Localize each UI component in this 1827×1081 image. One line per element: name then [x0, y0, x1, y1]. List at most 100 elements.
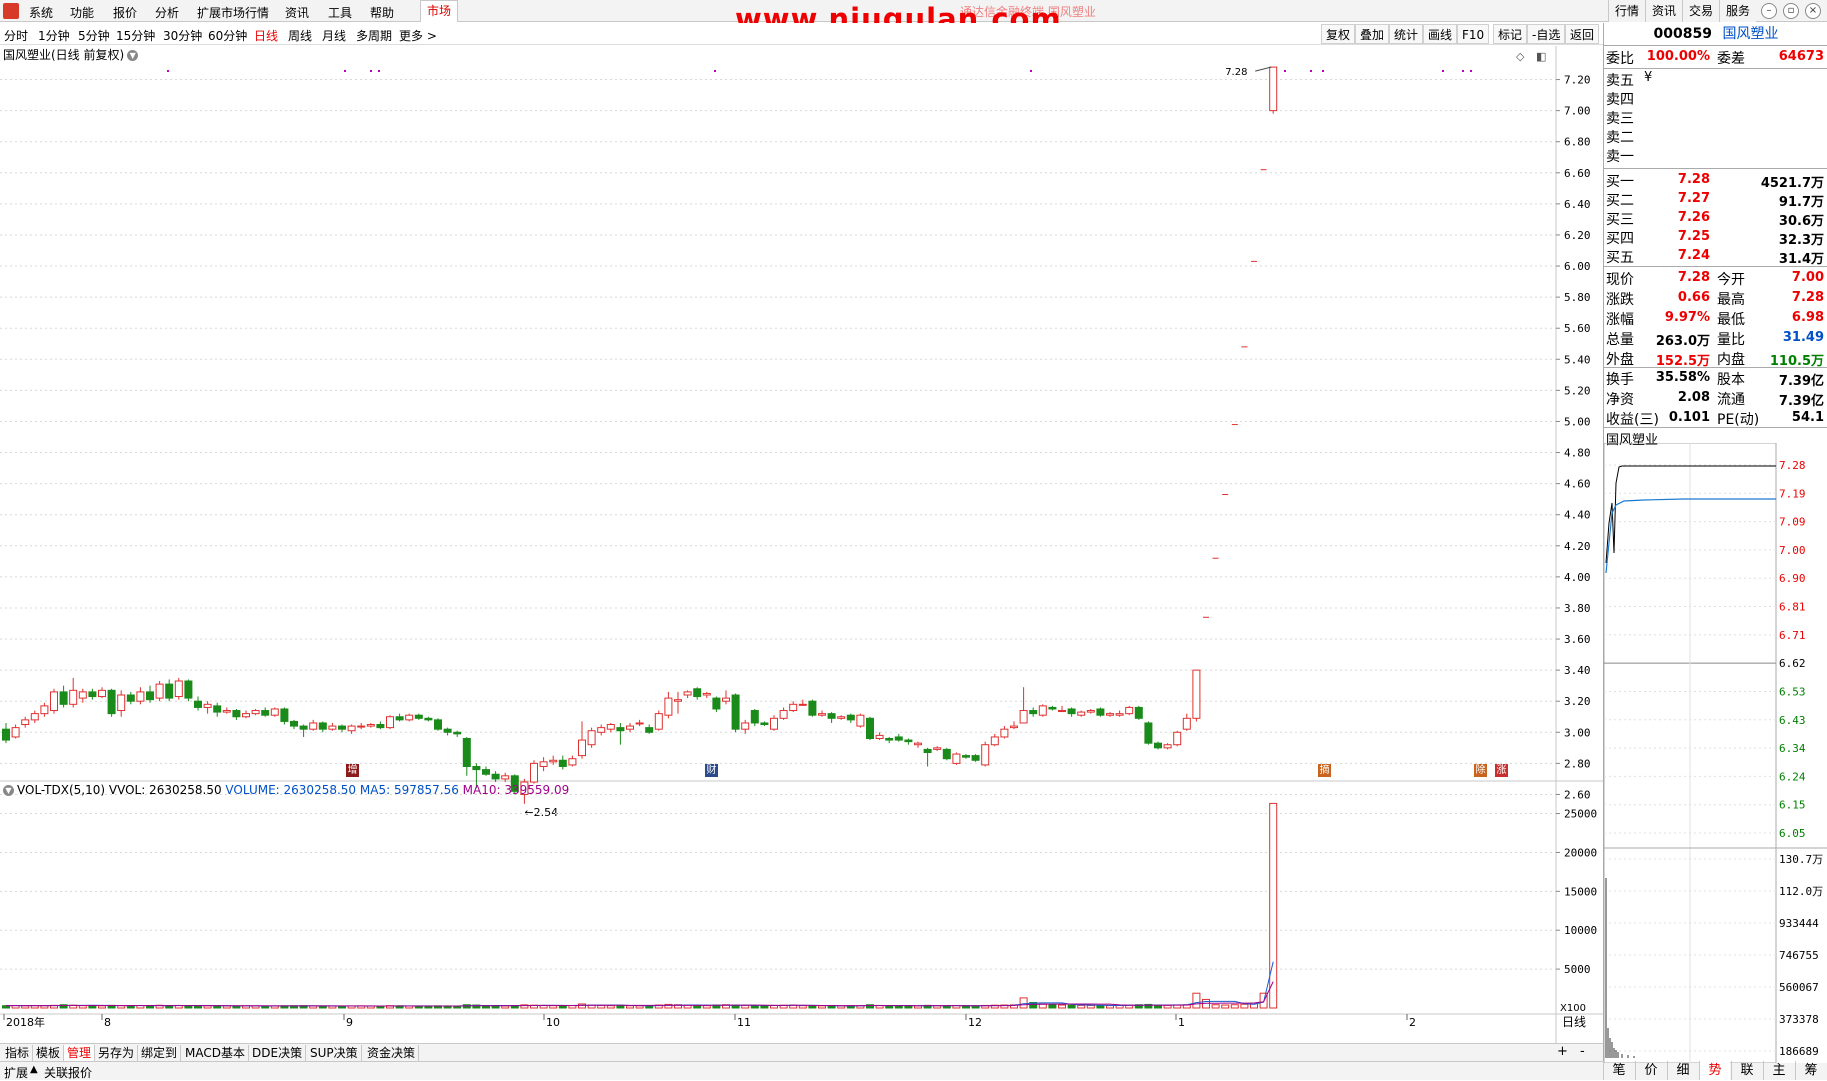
tool-adjust[interactable]: 复权 — [1321, 24, 1356, 44]
chevron-up-icon[interactable]: ▲ — [30, 1064, 38, 1075]
right-tab[interactable]: 细 — [1667, 1061, 1698, 1080]
candle[interactable] — [587, 727, 596, 748]
candle[interactable] — [1010, 721, 1018, 730]
menu-function[interactable]: 功能 — [70, 4, 94, 21]
candle[interactable] — [616, 722, 625, 745]
candle[interactable] — [203, 701, 212, 714]
tool-f10[interactable]: F10 — [1457, 24, 1490, 44]
candle[interactable] — [827, 712, 836, 723]
candle[interactable] — [722, 690, 730, 705]
candle[interactable] — [309, 719, 318, 731]
intraday-mini-chart[interactable]: 7.28 7.19 7.09 7.00 6.90 6.81 6.71 6.62 6.53 6.43… — [1604, 443, 1827, 1063]
candle[interactable] — [990, 733, 999, 747]
candle[interactable] — [338, 724, 346, 733]
zoom-in-icon[interactable]: + — [1557, 1044, 1568, 1059]
candle[interactable] — [242, 710, 250, 719]
candle[interactable] — [1077, 710, 1086, 717]
tool-draw[interactable]: 画线 — [1423, 24, 1458, 44]
candle[interactable] — [741, 719, 750, 734]
candle[interactable] — [1000, 726, 1009, 739]
candle[interactable] — [578, 721, 586, 759]
candle[interactable] — [702, 691, 711, 699]
candle[interactable] — [971, 754, 980, 762]
diamond-icon[interactable]: ◇ — [1516, 50, 1525, 63]
candle[interactable] — [1163, 743, 1172, 750]
candle[interactable] — [1038, 704, 1047, 717]
candle[interactable] — [914, 741, 922, 748]
candle[interactable] — [981, 741, 990, 767]
candle[interactable] — [1106, 712, 1114, 717]
candle[interactable] — [1058, 705, 1066, 713]
candle[interactable] — [366, 722, 375, 728]
buy-level-row[interactable]: 买二 7.27 91.7万 — [1604, 189, 1827, 210]
candle[interactable] — [885, 736, 894, 744]
candle[interactable] — [88, 688, 97, 700]
close-icon[interactable]: × — [1805, 3, 1821, 19]
candle[interactable] — [866, 716, 874, 741]
candle[interactable] — [491, 771, 500, 783]
candle[interactable] — [683, 690, 692, 699]
panel-toggle-icon[interactable]: ◧ — [1536, 50, 1546, 63]
tab-indicator[interactable]: 指标 — [2, 1045, 34, 1061]
buy-level-row[interactable]: 买四 7.25 32.3万 — [1604, 227, 1827, 248]
candle[interactable] — [1067, 707, 1076, 717]
sell-level-row[interactable]: 卖一 — [1604, 145, 1827, 165]
candle[interactable] — [232, 708, 241, 720]
candle[interactable] — [386, 715, 394, 730]
candle[interactable] — [856, 713, 865, 728]
tab-bind[interactable]: 绑定到 — [138, 1045, 182, 1061]
candle[interactable] — [1115, 710, 1124, 717]
candle[interactable] — [414, 713, 423, 720]
event-marker[interactable]: 财 — [705, 764, 718, 777]
candle[interactable] — [798, 699, 807, 706]
sell-level-row[interactable]: 卖四 — [1604, 88, 1827, 108]
candle[interactable] — [261, 707, 270, 717]
candle[interactable] — [453, 730, 462, 737]
period-multi[interactable]: 多周期 — [356, 27, 392, 44]
candle[interactable] — [1182, 713, 1191, 731]
menu-extended-market[interactable]: 扩展市场行情 — [197, 4, 269, 21]
candle[interactable] — [50, 688, 58, 714]
candle[interactable] — [750, 708, 759, 727]
candle[interactable] — [251, 708, 260, 716]
candle[interactable] — [194, 696, 202, 711]
candle[interactable] — [482, 766, 490, 776]
candle[interactable] — [693, 687, 702, 700]
candle[interactable] — [280, 707, 289, 725]
tab-template[interactable]: 模板 — [33, 1045, 65, 1061]
candle[interactable] — [21, 716, 30, 728]
tab-manage[interactable]: 管理 — [64, 1045, 96, 1061]
sell-level-row[interactable]: 卖二 — [1604, 126, 1827, 146]
candle[interactable] — [462, 736, 471, 776]
menu-market-tab[interactable]: 市场 — [420, 0, 458, 22]
candle[interactable] — [645, 724, 654, 734]
menu-help[interactable]: 帮助 — [370, 4, 394, 21]
candle[interactable] — [875, 732, 884, 741]
chevron-down-icon[interactable]: ▼ — [3, 785, 14, 796]
candle[interactable] — [846, 713, 855, 723]
menu-tools[interactable]: 工具 — [328, 4, 352, 21]
candle[interactable] — [11, 724, 20, 739]
buy-level-row[interactable]: 买三 7.26 30.6万 — [1604, 208, 1827, 229]
candle[interactable] — [443, 727, 452, 736]
period-weekly[interactable]: 周线 — [288, 27, 312, 44]
candle[interactable] — [1134, 705, 1143, 720]
status-related-quote[interactable]: 关联报价 — [44, 1064, 92, 1081]
restore-icon[interactable]: ▫ — [1783, 3, 1799, 19]
candle[interactable] — [405, 713, 414, 722]
candle[interactable] — [424, 716, 433, 722]
candle[interactable] — [434, 718, 442, 731]
tab-macd[interactable]: MACD基本 — [182, 1045, 249, 1061]
tool-back[interactable]: 返回 — [1565, 24, 1600, 44]
candle[interactable] — [818, 710, 826, 717]
candle[interactable] — [1269, 66, 1278, 114]
period-intraday[interactable]: 分时 — [4, 27, 28, 44]
candle[interactable] — [1192, 669, 1201, 722]
tab-fund[interactable]: 资金决策 — [364, 1045, 420, 1061]
candle[interactable] — [213, 702, 222, 717]
candle[interactable] — [40, 702, 49, 717]
candle[interactable] — [770, 715, 778, 731]
top-button-trade[interactable]: 交易 — [1682, 0, 1720, 22]
tool-overlay[interactable]: 叠加 — [1355, 24, 1390, 44]
right-tab[interactable]: 价 — [1635, 1061, 1666, 1080]
